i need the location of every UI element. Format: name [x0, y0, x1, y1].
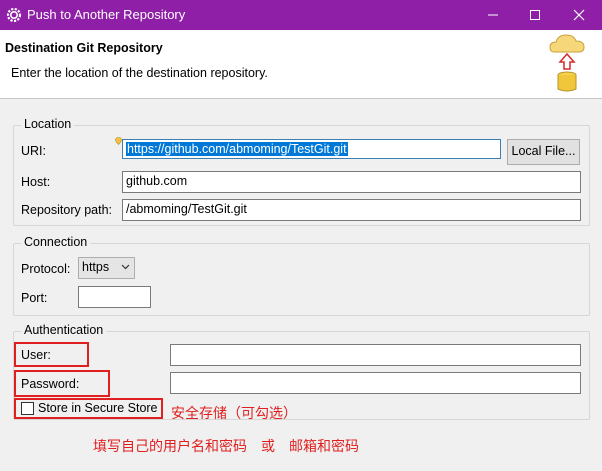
content-assist-icon — [115, 137, 122, 145]
uri-label: URI: — [21, 144, 46, 158]
page-title: Destination Git Repository — [5, 41, 163, 55]
protocol-value: https — [82, 260, 110, 274]
window-title: Push to Another Repository — [27, 7, 186, 22]
secure-store-label: Store in Secure Store — [38, 401, 158, 415]
chevron-down-icon — [121, 264, 130, 270]
protocol-select[interactable]: https — [78, 257, 135, 279]
page-description: Enter the location of the destination re… — [11, 66, 268, 80]
secure-store-checkbox[interactable] — [21, 402, 34, 415]
uri-input[interactable]: https://github.com/abmoming/TestGit.git — [122, 139, 501, 159]
local-file-button[interactable]: Local File... — [507, 139, 580, 165]
repository-path-input[interactable]: /abmoming/TestGit.git — [122, 199, 581, 221]
maximize-button[interactable] — [520, 5, 550, 25]
host-input[interactable]: github.com — [122, 171, 581, 193]
secure-store-annotation: 安全存储（可勾选） — [171, 406, 297, 422]
host-label: Host: — [21, 175, 51, 189]
wizard-header: Destination Git Repository Enter the loc… — [0, 30, 602, 99]
push-to-cloud-icon — [549, 34, 585, 92]
port-input[interactable] — [78, 286, 151, 308]
minimize-icon — [488, 14, 498, 16]
close-button[interactable] — [564, 5, 594, 25]
location-legend: Location — [21, 117, 75, 131]
user-label-highlight — [14, 342, 89, 367]
repository-path-label: Repository path: — [21, 203, 113, 217]
uri-selected-text: https://github.com/abmoming/TestGit.git — [126, 142, 348, 156]
close-icon — [573, 9, 585, 21]
user-input[interactable] — [170, 344, 581, 366]
port-label: Port: — [21, 291, 48, 305]
password-input[interactable] — [170, 372, 581, 394]
credentials-annotation: 填写自己的用户名和密码 或 邮箱和密码 — [93, 439, 359, 455]
authentication-legend: Authentication — [21, 323, 107, 337]
connection-legend: Connection — [21, 235, 91, 249]
title-bar: Push to Another Repository — [0, 0, 602, 30]
eclipse-gear-icon — [6, 7, 22, 23]
minimize-button[interactable] — [478, 5, 508, 25]
maximize-icon — [530, 10, 540, 20]
password-label-highlight — [14, 370, 110, 397]
protocol-label: Protocol: — [21, 262, 71, 276]
